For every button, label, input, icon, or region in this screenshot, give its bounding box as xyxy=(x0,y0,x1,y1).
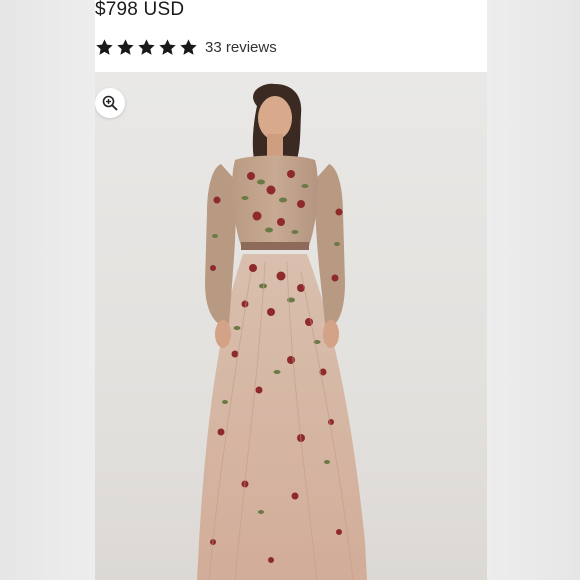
star-icon xyxy=(180,38,197,55)
page-frame: $798 USD 33 reviews xyxy=(0,0,580,580)
model-photo xyxy=(197,83,367,580)
reviews-link[interactable]: 33 reviews xyxy=(205,39,277,56)
star-rating xyxy=(95,38,198,57)
product-image[interactable] xyxy=(95,72,487,580)
star-icon xyxy=(138,38,155,55)
star-icon xyxy=(117,38,134,55)
product-price: $798 USD xyxy=(95,0,185,20)
product-rating[interactable]: 33 reviews xyxy=(95,36,277,58)
product-sheet: $798 USD 33 reviews xyxy=(95,0,487,580)
star-icon xyxy=(96,38,113,55)
star-icon xyxy=(159,38,176,55)
zoom-button[interactable] xyxy=(95,88,125,118)
zoom-in-icon xyxy=(102,95,118,111)
